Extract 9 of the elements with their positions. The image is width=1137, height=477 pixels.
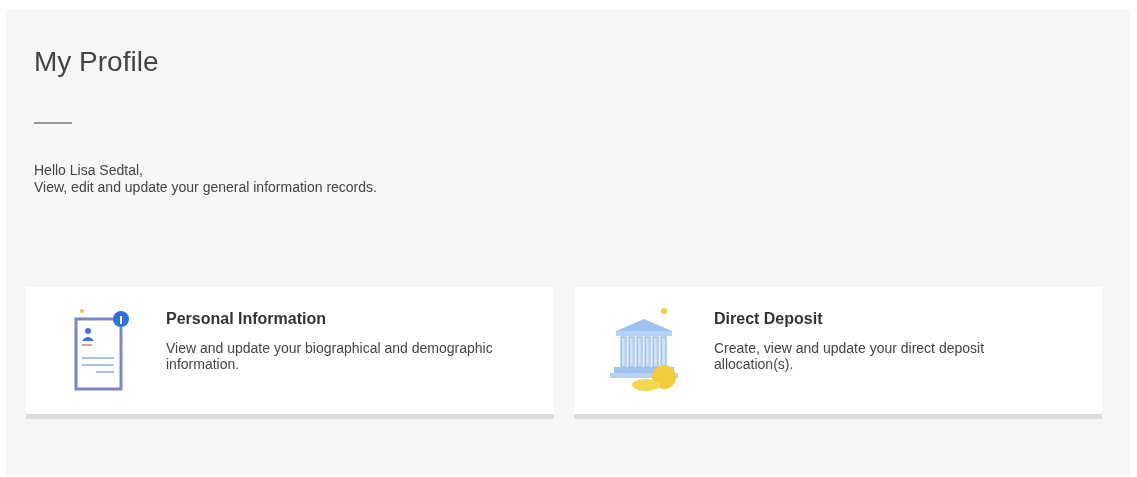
card-description: View and update your biographical and demographic information. (166, 340, 494, 372)
subtitle-text: View, edit and update your general information records. (34, 179, 378, 196)
page-title: My Profile (34, 45, 160, 79)
profile-card[interactable]: Personal Information View and update your biographical and demographic information. (26, 287, 554, 419)
card-title: Personal Information (166, 310, 328, 328)
card-title: Direct Deposit (714, 310, 824, 328)
profile-card[interactable]: Direct Deposit Create, view and update your direct deposit allocation(s). (574, 287, 1102, 419)
greeting-text: Hello Lisa Sedtal, (34, 162, 144, 179)
card-description: Create, view and update your direct deposit allocation(s). (714, 340, 986, 372)
